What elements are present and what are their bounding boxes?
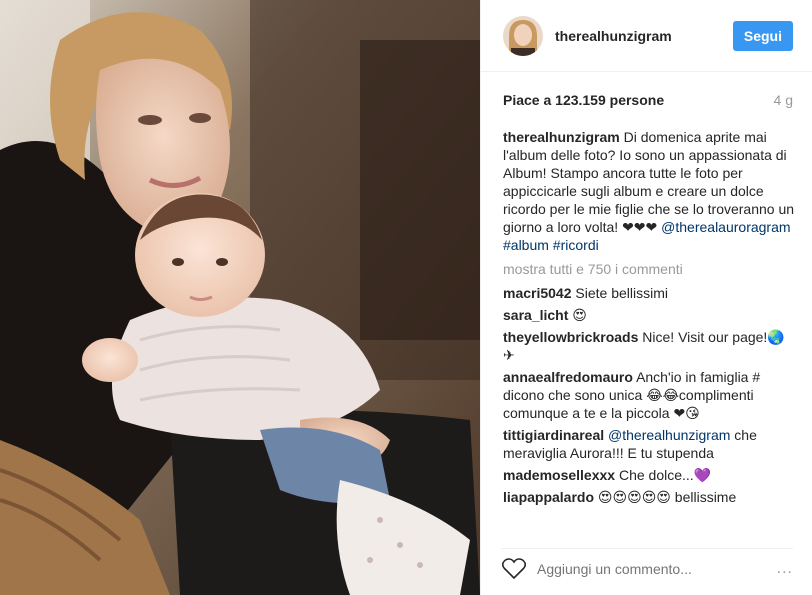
likes-row: Piace a 123.159 persone 4 g — [503, 92, 793, 108]
comment-item: liapappalardo 😍😍😍😍😍 bellissime — [503, 488, 795, 506]
comment-item: mademosellexxx Che dolce...💜 — [503, 466, 795, 484]
photo-illustration — [0, 0, 480, 595]
post-photo[interactable] — [0, 0, 480, 595]
post-header: therealhunzigram Segui — [481, 0, 812, 72]
heart-icon[interactable] — [501, 557, 527, 581]
comment-text: Che dolce...💜 — [618, 467, 712, 483]
comment-mention[interactable]: @therealhunzigram — [608, 427, 730, 443]
comment-text: Siete bellissimi — [575, 285, 668, 301]
caption: therealhunzigram Di domenica aprite mai … — [503, 128, 795, 254]
avatar[interactable] — [503, 15, 543, 56]
avatar-image — [503, 15, 543, 56]
add-comment-input[interactable] — [537, 560, 777, 577]
comment-text: 😍 — [572, 307, 587, 323]
comment-item: annaealfredomauro Anch'io in famiglia # … — [503, 368, 795, 422]
likes-count[interactable]: Piace a 123.159 persone — [503, 92, 664, 108]
comment-username[interactable]: annaealfredomauro — [503, 369, 633, 385]
caption-username[interactable]: therealhunzigram — [503, 129, 620, 145]
comment-username[interactable]: liapappalardo — [503, 489, 594, 505]
follow-button[interactable]: Segui — [732, 20, 793, 51]
comment-username[interactable]: sara_licht — [503, 307, 568, 323]
comment-footer: ... — [501, 548, 793, 584]
caption-mention[interactable]: @therealauroragram — [661, 219, 790, 235]
post-time[interactable]: 4 g — [774, 92, 793, 108]
comments-list: therealhunzigram Di domenica aprite mai … — [503, 128, 795, 510]
more-options-icon[interactable]: ... — [777, 560, 793, 578]
caption-hashtags[interactable]: #album #ricordi — [503, 237, 599, 253]
header-username[interactable]: therealhunzigram — [555, 28, 733, 44]
view-all-comments-link[interactable]: mostra tutti e 750 i commenti — [503, 260, 795, 278]
comment-item: tittigiardinareal @therealhunzigram che … — [503, 426, 795, 462]
comment-username[interactable]: macri5042 — [503, 285, 572, 301]
post-side-panel: therealhunzigram Segui Piace a 123.159 p… — [480, 0, 812, 595]
comment-item: sara_licht 😍 — [503, 306, 795, 324]
comment-item: theyellowbrickroads Nice! Visit our page… — [503, 328, 795, 364]
comment-username[interactable]: mademosellexxx — [503, 467, 615, 483]
comment-item: macri5042 Siete bellissimi — [503, 284, 795, 302]
comment-username[interactable]: theyellowbrickroads — [503, 329, 638, 345]
comment-text: 😍😍😍😍😍 bellissime — [597, 489, 737, 505]
comment-username[interactable]: tittigiardinareal — [503, 427, 604, 443]
